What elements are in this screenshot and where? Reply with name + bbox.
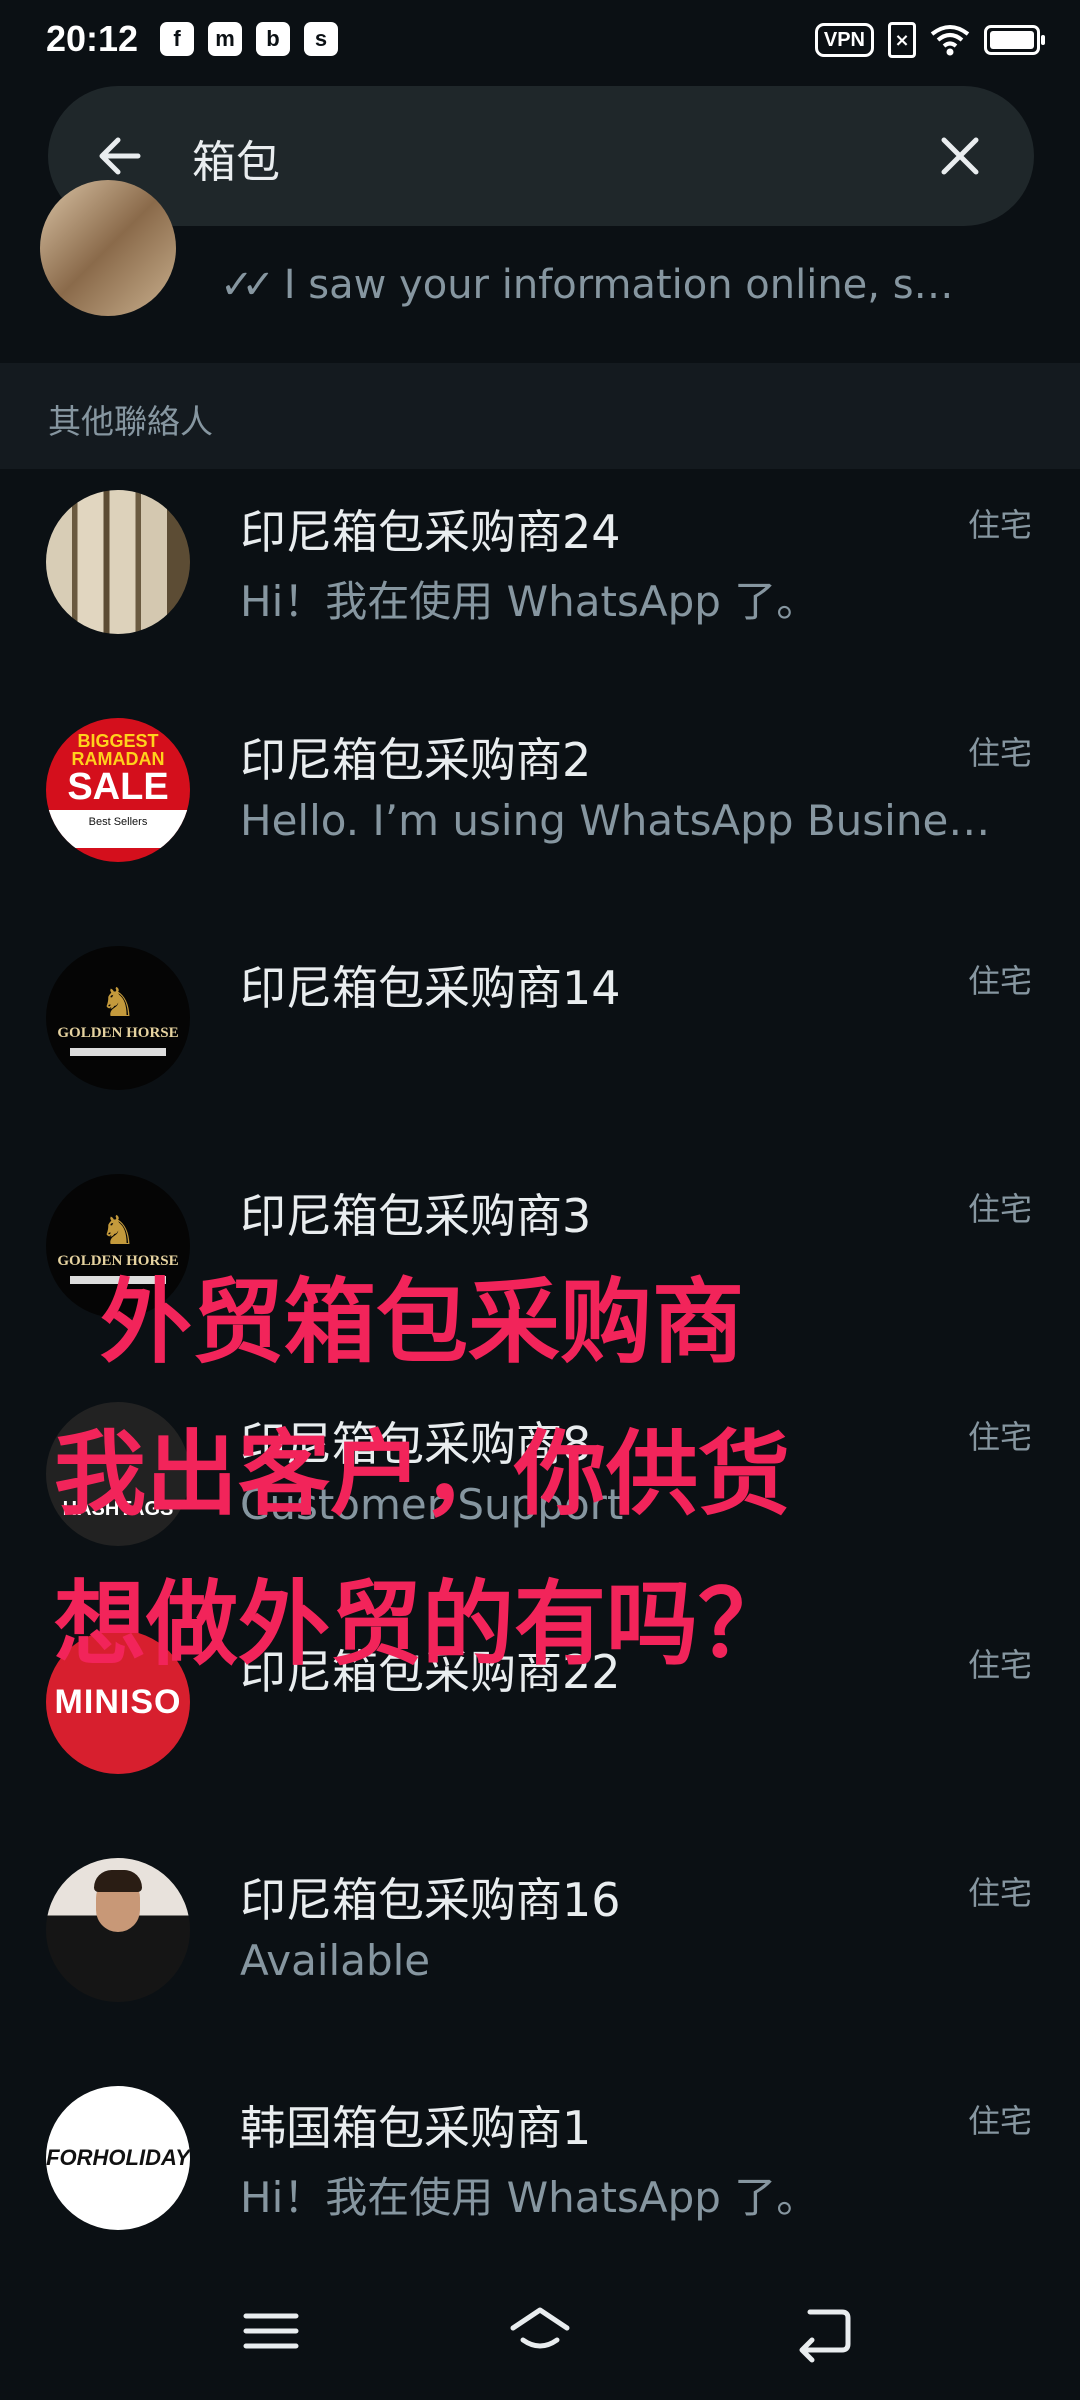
contact-name: 韩国箱包采购商1 (240, 2101, 592, 2155)
double-check-icon: ✓✓ (220, 262, 275, 308)
avatar: ♞ GOLDEN HORSE (46, 946, 190, 1090)
no-sim-icon: × (888, 22, 916, 58)
avatar-text: GOLDEN HORSE (57, 1024, 179, 1041)
avatar (46, 1858, 190, 2002)
contact-status: Hello. I’m using WhatsApp Busine… (240, 796, 991, 845)
vpn-icon: VPN (814, 23, 874, 57)
avatar: FORHOLIDAY (46, 2086, 190, 2230)
section-header: 其他聯絡人 (0, 363, 1080, 469)
search-input[interactable]: 箱包 (192, 126, 280, 190)
contact-row[interactable]: 印尼箱包采购商24 Hi！我在使用 WhatsApp 了。 住宅 (0, 470, 1080, 698)
contact-label: 住宅 (967, 734, 1032, 772)
contact-name: 印尼箱包采购商14 (240, 961, 621, 1015)
overlay-caption-line: 我出客户，你供货 (54, 1420, 791, 1528)
section-title: 其他聯絡人 (48, 402, 213, 441)
status-right: VPN × (814, 22, 1045, 58)
clear-search-icon[interactable] (934, 130, 986, 182)
avatar-text: SALE (67, 766, 169, 808)
contact-label: 住宅 (967, 2102, 1032, 2140)
contact-status: Hi！我在使用 WhatsApp 了。 (240, 577, 819, 626)
avatar: BIGGEST RAMADAN SALE Best Sellers (46, 718, 190, 862)
contact-label: 住宅 (967, 1190, 1032, 1228)
baidu-icon: b (256, 22, 290, 56)
avatar-text: BIGGEST RAMADAN (71, 731, 165, 769)
horse-icon: ♞ (100, 979, 136, 1026)
overlay-caption-line: 外贸箱包采购商 (100, 1268, 745, 1376)
status-app-icons: f m b s (160, 22, 338, 56)
home-icon[interactable] (505, 2296, 575, 2366)
contact-name: 印尼箱包采购商3 (240, 1189, 592, 1243)
contact-status: Hi！我在使用 WhatsApp 了。 (240, 2173, 819, 2222)
avatar (40, 180, 176, 316)
avatar-text: MINISO (54, 1683, 182, 1721)
back-icon[interactable] (790, 2296, 860, 2366)
back-arrow-icon[interactable] (90, 126, 150, 186)
message-app-icon: m (208, 22, 242, 56)
system-nav-bar (0, 2270, 1080, 2400)
avatar-hair (94, 1870, 142, 1892)
avatar-text: FORHOLIDAY (46, 2145, 190, 2170)
contact-label: 住宅 (967, 1874, 1032, 1912)
contact-status: Available (240, 1936, 431, 1985)
contact-row[interactable]: FORHOLIDAY 韩国箱包采购商1 Hi！我在使用 WhatsApp 了。 … (0, 2066, 1080, 2294)
facebook-icon: f (160, 22, 194, 56)
contact-name: 印尼箱包采购商16 (240, 1873, 621, 1927)
status-bar: 20:12 f m b s VPN × (0, 0, 1080, 80)
contact-row[interactable]: 印尼箱包采购商16 Available 住宅 (0, 1838, 1080, 2066)
contact-label: 住宅 (967, 506, 1032, 544)
contact-name: 印尼箱包采购商24 (240, 505, 621, 559)
battery-icon (984, 25, 1045, 55)
avatar-text: Best Sellers (46, 810, 190, 848)
contact-row[interactable]: ♞ GOLDEN HORSE 印尼箱包采购商14 住宅 (0, 926, 1080, 1154)
chat-result-row[interactable]: ✓✓ I saw your information online, s… (0, 180, 1080, 360)
avatar (46, 490, 190, 634)
overlay-caption-line: 想做外贸的有吗？ (54, 1570, 791, 1678)
last-message-text: I saw your information online, s… (283, 262, 954, 308)
divider (70, 1047, 166, 1056)
status-time: 20:12 (46, 18, 139, 59)
last-message-preview: ✓✓ I saw your information online, s… (220, 262, 954, 308)
search-bar: 箱包 (48, 86, 1034, 226)
horse-icon: ♞ (100, 1207, 136, 1254)
contact-row[interactable]: BIGGEST RAMADAN SALE Best Sellers 印尼箱包采购… (0, 698, 1080, 926)
contact-name: 印尼箱包采购商2 (240, 733, 592, 787)
wifi-icon (930, 25, 970, 56)
menu-icon[interactable] (236, 2296, 306, 2366)
contact-label: 住宅 (967, 962, 1032, 1000)
pinwheel-app-icon: s (304, 22, 338, 56)
